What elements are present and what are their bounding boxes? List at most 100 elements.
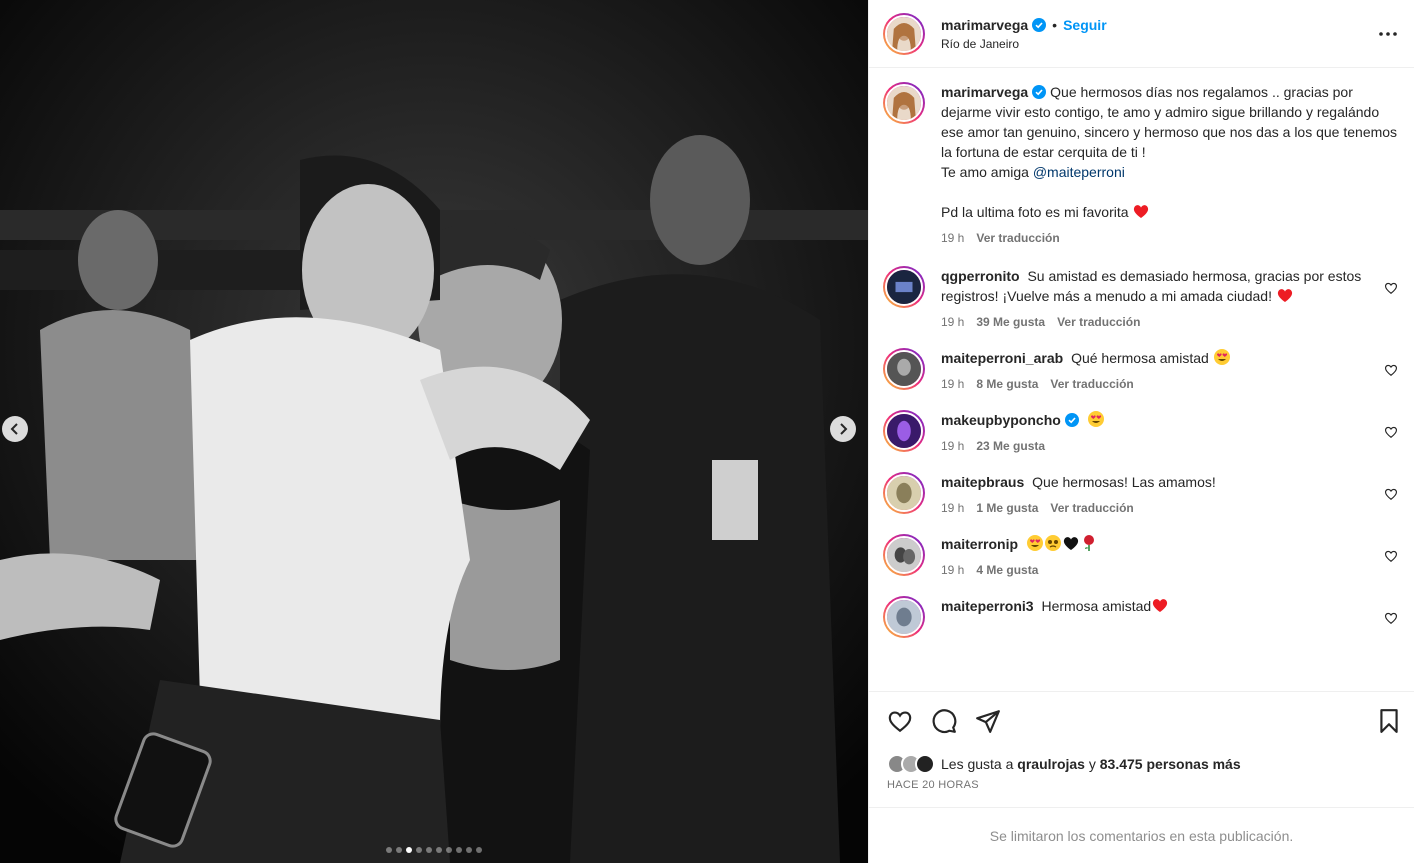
likes-prefix: Les gusta a <box>941 756 1014 772</box>
like-comment-heart-icon[interactable] <box>1384 549 1398 563</box>
post-header: marimarvega • Seguir Río de Janeiro <box>869 0 1414 68</box>
caption-author-avatar[interactable] <box>883 82 925 124</box>
comment-time: 19 h <box>941 563 965 577</box>
like-comment-heart-icon[interactable] <box>1384 425 1398 439</box>
comment-item: maiteperroni3 Hermosa amistad <box>883 596 1398 638</box>
commenter-avatar[interactable] <box>883 410 925 452</box>
carousel-dot <box>436 847 442 853</box>
comment-username[interactable]: maiteperroni3 <box>941 598 1034 614</box>
heart-eyes-emoji-icon <box>1087 411 1104 427</box>
post-timestamp[interactable]: HACE 20 HORAS <box>869 779 1414 799</box>
black-heart-icon <box>1063 537 1079 550</box>
likes-middle: y <box>1088 756 1096 772</box>
comment-username[interactable]: qgperronito <box>941 268 1020 284</box>
comment-time: 19 h <box>941 439 965 453</box>
caption-time: 19 h <box>941 231 965 245</box>
comment-item: maitepbraus Que hermosas! Las amamos! 19… <box>883 472 1398 518</box>
like-comment-heart-icon[interactable] <box>1384 363 1398 377</box>
comment-translate-link[interactable]: Ver traducción <box>1057 312 1140 332</box>
commenter-avatar[interactable] <box>883 266 925 308</box>
comment-text: Que hermosas! Las amamos! <box>1032 474 1216 490</box>
carousel-dot <box>466 847 472 853</box>
likes-summary[interactable]: Les gusta a qraulrojas y 83.475 personas… <box>869 749 1414 779</box>
carousel-next-button[interactable] <box>830 416 856 442</box>
likes-count[interactable]: 83.475 personas más <box>1100 756 1241 772</box>
liker-avatars <box>887 754 935 774</box>
comment-item: makeupbyponcho 19 h 23 Me gusta <box>883 410 1398 456</box>
liker-avatar <box>915 754 935 774</box>
caption-line3: Pd la ultima foto es mi favorita <box>941 204 1129 220</box>
more-horizontal-icon <box>1379 31 1397 36</box>
caption-username[interactable]: marimarvega <box>941 84 1028 100</box>
share-paper-plane-icon[interactable] <box>975 708 1001 734</box>
comment-likes[interactable]: 23 Me gusta <box>976 436 1045 456</box>
red-heart-icon <box>1134 205 1149 218</box>
comment-bubble-icon[interactable] <box>931 708 957 734</box>
comment-time: 19 h <box>941 377 965 391</box>
author-avatar[interactable] <box>883 12 925 55</box>
like-comment-heart-icon[interactable] <box>1384 487 1398 501</box>
carousel-indicator <box>0 847 868 853</box>
carousel-prev-button[interactable] <box>2 416 28 442</box>
commenter-avatar[interactable] <box>883 534 925 576</box>
instagram-post: marimarvega • Seguir Río de Janeiro mari… <box>0 0 1414 863</box>
carousel-dot <box>426 847 432 853</box>
like-comment-heart-icon[interactable] <box>1384 611 1398 625</box>
carousel-dot <box>386 847 392 853</box>
post-photo <box>0 0 868 863</box>
heart-eyes-emoji-icon <box>1026 535 1043 551</box>
comment-username[interactable]: maitepbraus <box>941 474 1024 490</box>
comment-text: Qué hermosa amistad <box>1071 350 1209 366</box>
post-media <box>0 0 868 863</box>
chevron-right-icon <box>840 423 848 435</box>
comments-list[interactable]: marimarvega Que hermosos días nos regalam… <box>869 68 1414 691</box>
carousel-dot <box>406 847 412 853</box>
chevron-left-icon <box>10 423 18 435</box>
comment-item: maiterronip 19 h 4 Me gusta <box>883 534 1398 580</box>
carousel-dot <box>446 847 452 853</box>
carousel-dot <box>456 847 462 853</box>
caption-line2: Te amo amiga <box>941 164 1029 180</box>
red-heart-icon <box>1277 289 1292 302</box>
comment-text: Hermosa amistad <box>1041 598 1152 614</box>
post-actions-bar <box>869 691 1414 749</box>
comment-translate-link[interactable]: Ver traducción <box>1050 374 1133 394</box>
comment-likes[interactable]: 8 Me gusta <box>976 374 1038 394</box>
red-heart-icon <box>1153 599 1168 612</box>
comment-username[interactable]: maiteperroni_arab <box>941 350 1063 366</box>
save-bookmark-icon[interactable] <box>1376 708 1402 734</box>
verified-badge-icon <box>1032 85 1047 99</box>
carousel-dot <box>416 847 422 853</box>
commenter-avatar[interactable] <box>883 348 925 390</box>
like-comment-heart-icon[interactable] <box>1384 281 1398 295</box>
follow-button[interactable]: Seguir <box>1063 17 1107 33</box>
comment-item: qgperronito Su amistad es demasiado herm… <box>883 266 1398 332</box>
caption-translate-link[interactable]: Ver traducción <box>976 228 1059 248</box>
post-sidebar: marimarvega • Seguir Río de Janeiro mari… <box>868 0 1414 863</box>
rose-icon <box>1083 535 1094 551</box>
heart-eyes-emoji-icon <box>1213 349 1230 365</box>
author-username[interactable]: marimarvega <box>941 17 1028 33</box>
likes-user[interactable]: qraulrojas <box>1017 756 1085 772</box>
comments-limited-notice: Se limitaron los comentarios en esta pub… <box>869 807 1414 863</box>
post-caption: marimarvega Que hermosos días nos regalam… <box>883 82 1398 248</box>
commenter-avatar[interactable] <box>883 596 925 638</box>
like-heart-icon[interactable] <box>887 708 913 734</box>
carousel-dot <box>476 847 482 853</box>
comment-likes[interactable]: 39 Me gusta <box>976 312 1045 332</box>
comment-time: 19 h <box>941 501 965 515</box>
comment-time: 19 h <box>941 315 965 329</box>
separator-dot: • <box>1052 16 1058 33</box>
caption-mention[interactable]: @maiteperroni <box>1033 164 1125 180</box>
comment-username[interactable]: makeupbyponcho <box>941 412 1061 428</box>
carousel-dot <box>396 847 402 853</box>
more-options-button[interactable] <box>1376 22 1400 46</box>
comment-likes[interactable]: 1 Me gusta <box>976 498 1038 518</box>
comment-likes[interactable]: 4 Me gusta <box>976 560 1038 580</box>
comment-translate-link[interactable]: Ver traducción <box>1050 498 1133 518</box>
commenter-avatar[interactable] <box>883 472 925 514</box>
post-location[interactable]: Río de Janeiro <box>941 37 1376 51</box>
comment-username[interactable]: maiterronip <box>941 536 1018 552</box>
verified-badge-icon <box>1064 413 1079 427</box>
comment-item: maiteperroni_arab Qué hermosa amistad 19… <box>883 348 1398 394</box>
